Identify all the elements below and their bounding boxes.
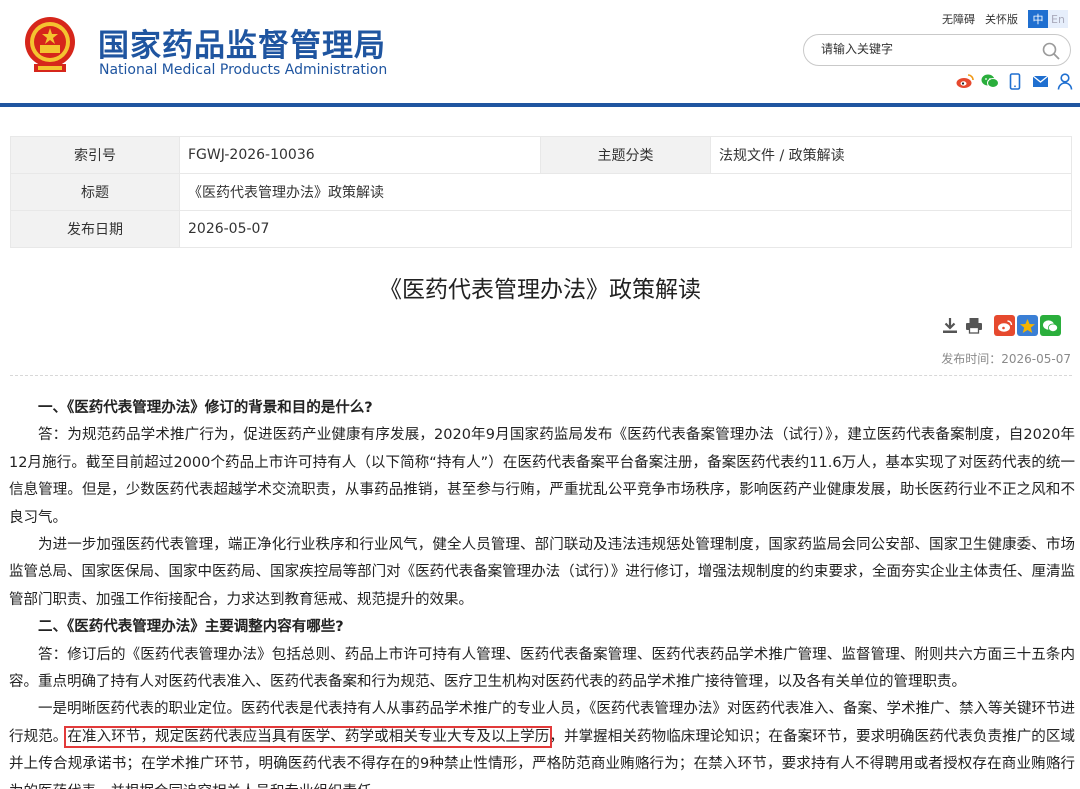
info-row-index: 索引号 FGWJ-2026-10036 主题分类 法规文件 / 政策解读 [10,136,1072,174]
language-switch: 中 En [1028,10,1068,28]
search-box [803,34,1071,66]
highlighted-requirement: 在准入环节，规定医药代表应当具有医学、药学或相关专业大专及以上学历 [64,725,553,748]
print-icon[interactable] [964,316,984,336]
answer-1-paragraph-1: 答：为规范药品学术推广行为，促进医药产业健康有序发展，2020年9月国家药监局发… [9,427,1075,526]
answer-1-paragraph-2: 为进一步加强医药代表管理，端正净化行业秩序和行业风气，健全人员管理、部门联动及违… [9,537,1075,608]
search-input[interactable] [821,42,1031,56]
lang-en-button[interactable]: En [1048,10,1068,28]
title-label: 标题 [10,173,180,211]
answer-2-paragraph-2: 一是明晰医药代表的职业定位。医药代表是代表持有人从事药品学术推广的专业人员，《医… [9,696,1075,789]
mail-icon[interactable] [1030,72,1050,90]
document-title: 《医药代表管理办法》政策解读 [379,277,701,303]
article-toolbar [940,315,1063,336]
share-wechat-icon[interactable] [1040,315,1061,336]
category-label: 主题分类 [540,136,711,174]
download-icon[interactable] [940,316,960,336]
question-1: 一、《医药代表管理办法》修订的背景和目的是什么? [38,400,373,416]
content-divider [10,375,1072,376]
social-links [955,72,1075,90]
info-row-title: 标题 《医药代表管理办法》政策解读 [10,173,1072,211]
mobile-icon[interactable] [1005,72,1025,90]
site-header: 国家药品监督管理局 National Medical Products Admi… [0,0,1080,107]
site-title-en[interactable]: National Medical Products Administration [99,62,387,78]
accessibility-link[interactable]: 无障碍 [942,11,975,27]
date-value: 2026-05-07 [179,210,1072,248]
header-divider [0,103,1080,107]
document-info-table: 索引号 FGWJ-2026-10036 主题分类 法规文件 / 政策解读 标题 … [10,136,1072,248]
share-weibo-icon[interactable] [994,315,1015,336]
date-label: 发布日期 [10,210,180,248]
weibo-icon[interactable] [955,72,975,90]
emblem-icon [25,17,75,72]
top-links: 无障碍 关怀版 中 En [942,10,1068,28]
user-icon[interactable] [1055,72,1075,90]
info-row-date: 发布日期 2026-05-07 [10,210,1072,248]
site-title-cn[interactable]: 国家药品监督管理局 [98,20,386,65]
wechat-icon[interactable] [980,72,1000,90]
lang-zh-button[interactable]: 中 [1028,10,1048,28]
share-qzone-icon[interactable] [1017,315,1038,336]
publish-time: 发布时间：2026-05-07 [941,352,1071,366]
index-value: FGWJ-2026-10036 [179,136,541,174]
category-value: 法规文件 / 政策解读 [710,136,1072,174]
search-icon[interactable] [1042,42,1060,60]
answer-2-paragraph-1: 答：修订后的《医药代表管理办法》包括总则、药品上市许可持有人管理、医药代表备案管… [9,646,1075,691]
index-label: 索引号 [10,136,180,174]
question-2: 二、《医药代表管理办法》主要调整内容有哪些? [38,619,344,636]
title-value: 《医药代表管理办法》政策解读 [179,173,1072,211]
article-body: 一、《医药代表管理办法》修订的背景和目的是什么? 答：为规范药品学术推广行为，促… [9,395,1075,789]
elderly-mode-link[interactable]: 关怀版 [985,11,1018,27]
